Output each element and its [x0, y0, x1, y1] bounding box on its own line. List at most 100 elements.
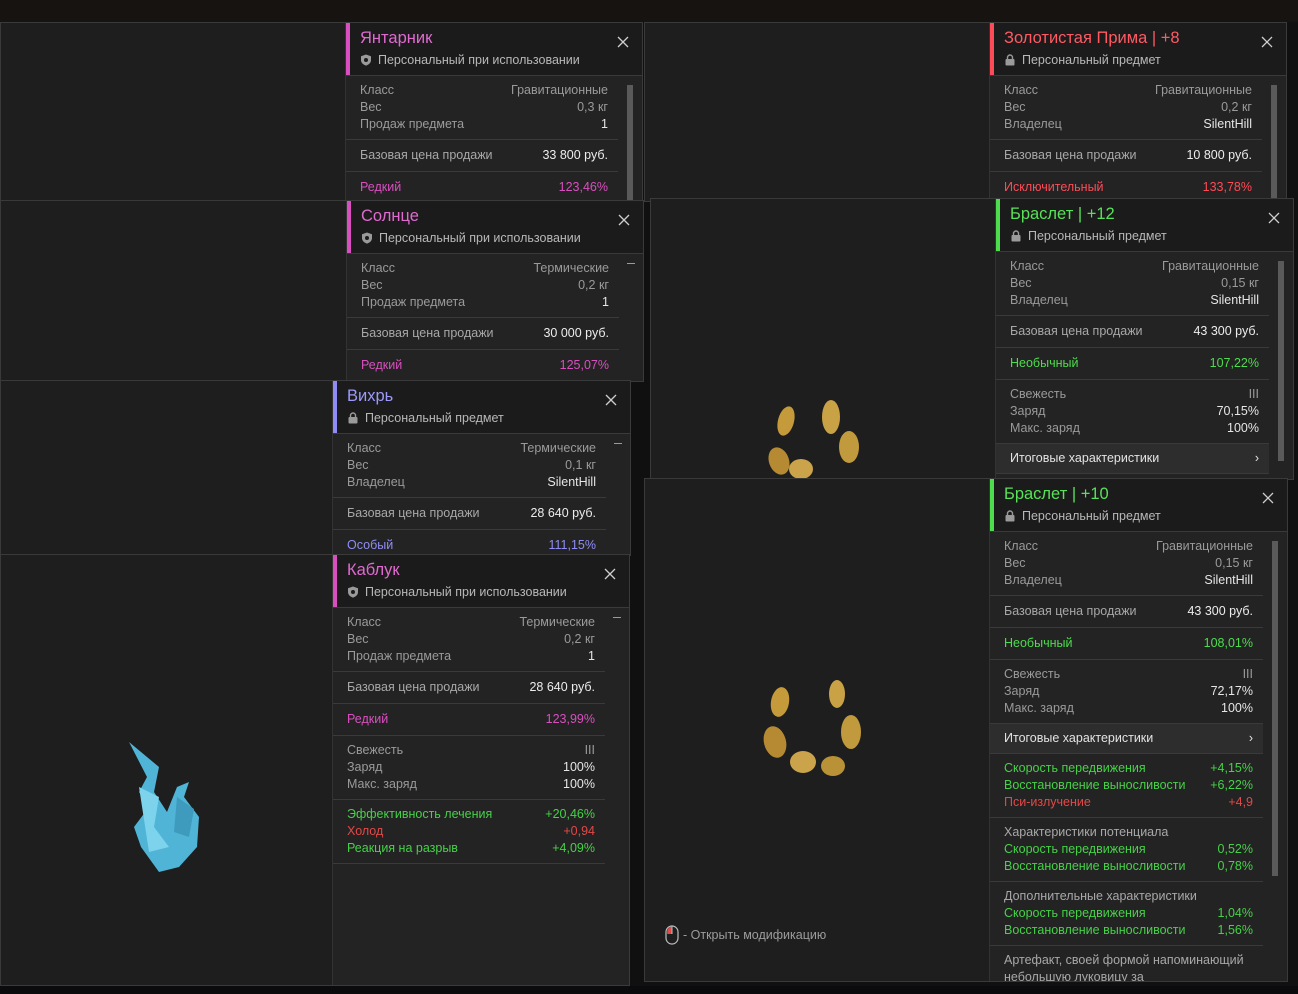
charge-value: 100% — [563, 777, 595, 791]
scrollbar[interactable] — [1277, 261, 1285, 471]
price-value: 10 800 руб. — [1186, 148, 1252, 162]
tooltip-window-vikhr: Вихрь Персональный предмет Класс Термичес… — [0, 380, 631, 556]
stat-label: Продаж предмета — [361, 295, 466, 309]
charge-label: Макс. заряд — [1010, 421, 1080, 435]
close-icon[interactable] — [1267, 211, 1281, 225]
stat-label: Вес — [1010, 276, 1032, 290]
item-title: Янтарник — [360, 29, 433, 47]
item-header: Каблук Персональный при использовании — [333, 555, 629, 608]
item-body: Класс Термические Вес 0,2 кг Продаж предме… — [333, 608, 605, 985]
item-preview-area — [1, 201, 346, 381]
price-label: Базовая цена продажи — [1010, 324, 1143, 338]
item-body: Класс Гравитационные Вес 0,2 кг Владелец Si… — [990, 76, 1262, 201]
price-section: Базовая цена продажи 43 300 руб. — [990, 596, 1263, 628]
stat-label: Класс — [1010, 259, 1045, 273]
item-title: Каблук — [347, 561, 400, 579]
scrollbar[interactable] — [1271, 541, 1279, 973]
stat-row: Вес 0,3 кг — [360, 99, 608, 116]
close-icon[interactable] — [1261, 491, 1275, 505]
stat-value: SilentHill — [1210, 293, 1259, 307]
stat-label: Продаж предмета — [360, 117, 465, 131]
stat-value: 1 — [602, 295, 609, 309]
charge-value: III — [1248, 387, 1259, 401]
item-header: Янтарник Персональный при использовании — [346, 23, 642, 76]
item-title: Золотистая Прима | +8 — [1004, 29, 1180, 47]
mouse-icon — [665, 925, 679, 945]
rarity-value: 133,78% — [1202, 180, 1252, 194]
rarity-label: Особый — [347, 538, 394, 552]
close-icon[interactable] — [1260, 35, 1274, 49]
charge-label: Заряд — [347, 760, 383, 774]
stats-section: Класс Термические Вес 0,2 кг Продаж предме… — [347, 254, 619, 318]
stat-label: Владелец — [1004, 117, 1062, 131]
effect-value: +4,09% — [552, 841, 595, 855]
price-value: 43 300 руб. — [1193, 324, 1259, 338]
summary-button[interactable]: Итоговые характеристики › — [990, 724, 1263, 754]
stat-label: Продаж предмета — [347, 649, 452, 663]
charge-label: Свежесть — [1010, 387, 1067, 401]
item-binding: Персональный при использовании — [347, 585, 567, 599]
tooltip-window-yantarnik: Янтарник Персональный при использовании … — [0, 22, 643, 202]
close-icon[interactable] — [617, 213, 631, 227]
charge-label: Свежесть — [347, 743, 404, 757]
item-binding: Персональный при использовании — [360, 53, 580, 67]
potential-label: Восстановление выносливости — [1004, 859, 1186, 873]
stat-value: SilentHill — [1204, 573, 1253, 587]
price-section: Базовая цена продажи 43 300 руб. — [996, 316, 1269, 348]
effect-label: Восстановление выносливости — [1004, 778, 1186, 792]
stat-label: Владелец — [1010, 293, 1068, 307]
rarity-label: Необычный — [1010, 356, 1079, 370]
extra-value: 1,04% — [1217, 906, 1253, 920]
tooltip-window-braslet-10: - Открыть модификацию Браслет | +10 Перс… — [644, 478, 1288, 982]
charge-label: Заряд — [1004, 684, 1040, 698]
taskbar-strip — [0, 986, 1298, 994]
stat-value: SilentHill — [1203, 117, 1252, 131]
effect-value: +4,15% — [1210, 761, 1253, 775]
price-section: Базовая цена продажи 33 800 руб. — [346, 140, 618, 172]
tooltip-window-kabluk: Каблук Персональный при использовании Кл… — [0, 554, 630, 986]
rarity-section: Редкий 123,99% — [333, 704, 605, 736]
stat-value: 0,2 кг — [1221, 100, 1252, 114]
potential-label: Скорость передвижения — [1004, 842, 1146, 856]
close-icon[interactable] — [603, 567, 617, 581]
item-title: Браслет | +12 — [1010, 205, 1115, 223]
binding-label: Персональный при использовании — [379, 231, 581, 245]
scrollbar[interactable] — [1270, 85, 1278, 201]
item-description: Артефакт, своей формой напоминающий небо… — [1004, 953, 1244, 982]
price-label: Базовая цена продажи — [347, 506, 480, 520]
item-header: Вихрь Персональный предмет — [333, 381, 630, 434]
price-label: Базовая цена продажи — [1004, 604, 1137, 618]
price-section: Базовая цена продажи 30 000 руб. — [347, 318, 619, 350]
scrollbar[interactable] — [626, 85, 634, 201]
rarity-value: 123,46% — [558, 180, 608, 194]
price-value: 43 300 руб. — [1187, 604, 1253, 618]
item-header: Золотистая Прима | +8 Персональный предм… — [990, 23, 1286, 76]
stat-value: 0,1 кг — [565, 458, 596, 472]
shield-icon — [362, 232, 372, 244]
stat-value: 0,15 кг — [1221, 276, 1259, 290]
effect-label: Скорость передвижения — [1004, 761, 1146, 775]
close-icon[interactable] — [616, 35, 630, 49]
scrollbar[interactable] — [614, 443, 622, 547]
stat-label: Класс — [1004, 539, 1039, 553]
stat-label: Класс — [360, 83, 395, 97]
charge-label: Макс. заряд — [1004, 701, 1074, 715]
rarity-value: 111,15% — [548, 538, 597, 552]
rarity-section: Необычный 108,01% — [990, 628, 1263, 660]
stat-label: Вес — [347, 632, 369, 646]
item-header: Браслет | +10 Персональный предмет — [990, 479, 1287, 532]
item-binding: Персональный предмет — [1004, 509, 1161, 523]
rarity-value: 125,07% — [559, 358, 609, 372]
stat-label: Класс — [347, 615, 382, 629]
lock-icon — [1005, 54, 1015, 66]
scrollbar[interactable] — [627, 263, 635, 373]
shield-icon — [361, 54, 371, 66]
close-icon[interactable] — [604, 393, 618, 407]
summary-button[interactable]: Итоговые характеристики › — [996, 444, 1269, 474]
binding-label: Персональный предмет — [365, 411, 504, 425]
charge-value: 70,15% — [1216, 404, 1259, 418]
scrollbar[interactable] — [613, 617, 621, 977]
stat-label: Класс — [361, 261, 396, 275]
binding-label: Персональный при использовании — [365, 585, 567, 599]
item-binding: Персональный предмет — [1004, 53, 1161, 67]
